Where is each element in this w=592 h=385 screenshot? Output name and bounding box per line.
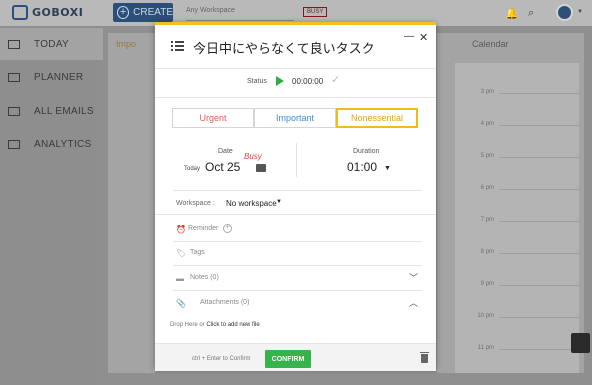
bell-icon[interactable]: 🔔 xyxy=(505,7,519,20)
tag-icon: 🏷 xyxy=(176,249,187,258)
divider xyxy=(296,143,297,177)
close-icon[interactable]: ✕ xyxy=(419,31,428,44)
chevron-down-icon[interactable]: ▼ xyxy=(577,9,583,15)
add-file-link[interactable]: Click to add new file xyxy=(206,322,259,328)
workspace-filter[interactable]: Any Workspace xyxy=(186,7,235,14)
chevron-down-icon[interactable]: ﹀ xyxy=(409,271,418,284)
sidebar-item-analytics[interactable]: ANALYTICS xyxy=(0,128,103,160)
status-row: Status 00:00:00 ✓ xyxy=(155,74,436,92)
shortcut-hint: ctrl + Enter to Confirm xyxy=(192,356,251,362)
workspace-filter-underline xyxy=(186,20,294,21)
priority-urgent-button[interactable]: Urgent xyxy=(172,108,254,128)
divider xyxy=(155,68,436,69)
calendar-time-label: 11 pm xyxy=(477,345,494,351)
attachments-row[interactable]: 📎 Attachments (0) ︿ xyxy=(173,292,422,316)
task-modal: 今日中にやらなくて良いタスク — ✕ Status 00:00:00 ✓ Urg… xyxy=(155,22,436,371)
drop-zone[interactable]: Drop Here or Click to add new file xyxy=(170,322,260,328)
sidebar-item-label: ALL EMAILS xyxy=(34,105,94,117)
confirm-button[interactable]: CONFIRM xyxy=(265,350,311,368)
workspace-select[interactable]: No workspace xyxy=(226,199,277,208)
calendar-hour-line xyxy=(499,93,579,94)
list-icon xyxy=(171,41,184,52)
chevron-up-icon[interactable]: ︿ xyxy=(409,296,418,309)
sidebar-item-label: TODAY xyxy=(34,38,70,50)
priority-important-button[interactable]: Important xyxy=(254,108,336,128)
date-label: Date xyxy=(218,148,233,155)
plus-icon: + xyxy=(117,6,130,19)
add-reminder-icon[interactable]: + xyxy=(223,224,232,233)
calendar-hour-line xyxy=(499,253,579,254)
sidebar: TODAY PLANNER ALL EMAILS ANALYTICS xyxy=(0,26,103,385)
tags-row[interactable]: 🏷 Tags xyxy=(173,242,422,266)
calendar-time-label: 10 pm xyxy=(477,313,494,319)
important-column xyxy=(108,33,155,373)
modal-footer: ctrl + Enter to Confirm CONFIRM xyxy=(155,343,436,371)
sidebar-item-all-emails[interactable]: ALL EMAILS xyxy=(0,95,103,127)
search-icon[interactable]: ⌕ xyxy=(528,7,534,20)
priority-nonessential-button[interactable]: Nonessential xyxy=(336,108,418,128)
notes-label: Notes (0) xyxy=(190,274,219,281)
today-shortcut[interactable]: Today xyxy=(184,166,200,172)
sidebar-item-planner[interactable]: PLANNER xyxy=(0,61,103,93)
chevron-down-icon[interactable]: ▼ xyxy=(276,199,282,205)
sidebar-item-today[interactable]: TODAY xyxy=(0,28,103,60)
calendar-hour-line xyxy=(499,221,579,222)
planner-icon xyxy=(8,72,20,82)
alarm-icon: ⏰ xyxy=(176,225,186,234)
duration-value[interactable]: 01:00 xyxy=(347,160,377,174)
workspace-label: Workspace : xyxy=(176,200,215,207)
mail-icon xyxy=(8,106,20,116)
tags-label: Tags xyxy=(190,249,205,256)
calendar-time-label: 4 pm xyxy=(480,121,494,127)
reminder-row[interactable]: ⏰ Reminder + xyxy=(173,218,422,242)
today-icon xyxy=(8,39,20,49)
important-column-title: Impo xyxy=(116,39,137,49)
reminder-label: Reminder xyxy=(188,225,219,232)
status-label: Status xyxy=(247,78,267,85)
sidebar-item-label: PLANNER xyxy=(34,71,84,83)
calendar-time-label: 8 pm xyxy=(480,249,494,255)
avatar[interactable] xyxy=(556,4,573,21)
calendar-hour-line xyxy=(499,157,579,158)
calendar-time-label: 9 pm xyxy=(480,281,494,287)
calendar-icon[interactable] xyxy=(256,164,266,172)
calendar-title: Calendar xyxy=(472,39,509,49)
chevron-down-icon[interactable]: ▼ xyxy=(384,165,391,172)
create-label: CREATE xyxy=(133,7,173,18)
analytics-icon xyxy=(8,139,20,149)
notes-row[interactable]: ▬ Notes (0) ﹀ xyxy=(173,267,422,291)
attachments-label: Attachments (0) xyxy=(200,299,250,306)
note-icon: ▬ xyxy=(176,274,184,283)
calendar-hour-line xyxy=(499,125,579,126)
timer-value: 00:00:00 xyxy=(292,77,324,86)
logo-icon xyxy=(12,5,28,20)
task-title[interactable]: 今日中にやらなくて良いタスク xyxy=(193,38,375,57)
calendar-time-label: 5 pm xyxy=(480,153,494,159)
modal-header: 今日中にやらなくて良いタスク — ✕ xyxy=(155,25,436,68)
calendar-hour-line xyxy=(499,317,579,318)
divider xyxy=(155,97,436,98)
busy-badge[interactable]: BUSY xyxy=(303,7,328,17)
trash-icon[interactable] xyxy=(420,352,429,363)
sidebar-item-label: ANALYTICS xyxy=(34,138,92,150)
calendar-time-label: 7 pm xyxy=(480,217,494,223)
divider xyxy=(155,214,436,215)
calendar-hour-line xyxy=(499,285,579,286)
calendar-hour-line xyxy=(499,349,579,350)
busy-indicator: Busy xyxy=(244,152,262,161)
play-icon[interactable] xyxy=(276,76,284,86)
minimize-icon[interactable]: — xyxy=(404,31,414,42)
logo-text: GOBOXI xyxy=(32,6,84,19)
divider xyxy=(173,190,422,191)
side-toggle-button[interactable] xyxy=(571,333,590,353)
duration-label: Duration xyxy=(353,148,380,155)
calendar-time-label: 3 pm xyxy=(480,89,494,95)
drop-zone-text: Drop Here or xyxy=(170,322,205,328)
paperclip-icon: 📎 xyxy=(176,299,186,308)
check-icon[interactable]: ✓ xyxy=(331,73,340,86)
calendar-time-label: 6 pm xyxy=(480,185,494,191)
create-button[interactable]: + CREATE xyxy=(113,3,173,22)
calendar-hour-line xyxy=(499,189,579,190)
date-value[interactable]: Oct 25 xyxy=(205,160,240,174)
